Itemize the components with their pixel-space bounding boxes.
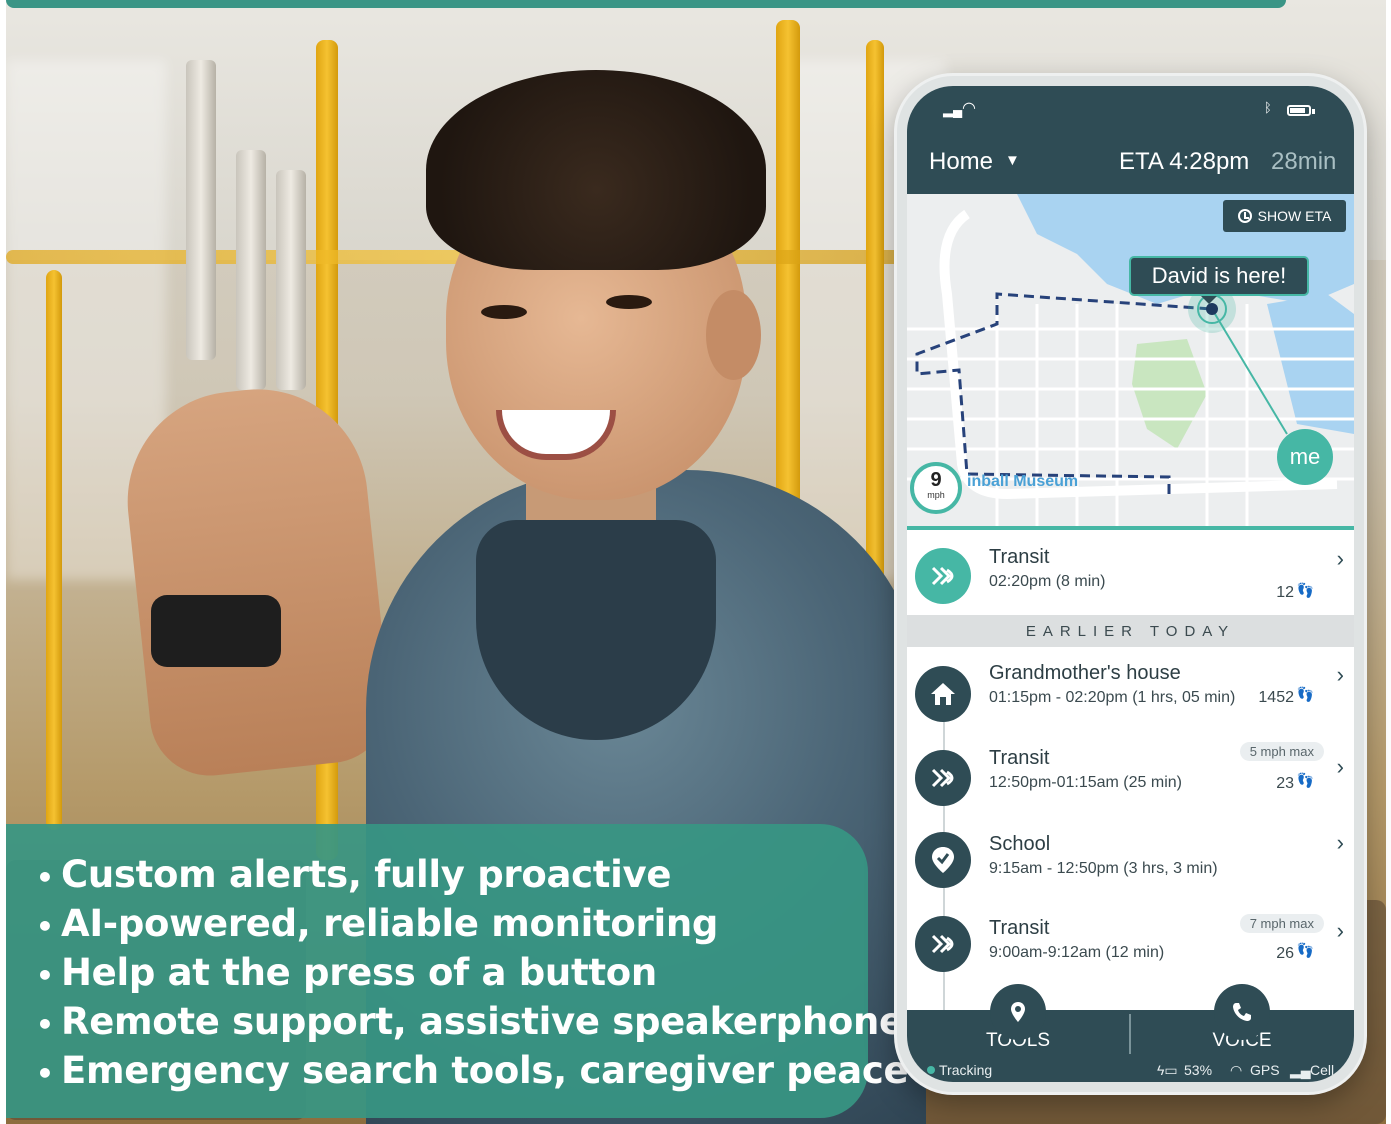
bottom-nav: TOOLS VOICE [907,984,1354,1058]
destination-selector[interactable]: Home [929,148,993,176]
chevron-right-icon[interactable]: › [1337,830,1344,856]
feature-item: Remote support, assistive speakerphone [36,999,904,1048]
device-status-bar: Tracking ϟ▭ 53% ◠ GPS ▂▄ Cell [907,1058,1354,1082]
transit-icon [915,916,971,972]
step-count: 1452 [1258,689,1294,706]
chevron-right-icon[interactable]: › [1337,546,1344,572]
footsteps-icon: 👣 [1296,686,1314,702]
me-marker[interactable]: me [1277,429,1333,485]
history-row[interactable]: Transit 9:00am-9:12am (12 min) 7 mph max… [907,912,1354,992]
activity-title: Transit [989,546,1050,568]
wrist-watch [151,595,281,667]
tracking-label: Tracking [939,1062,993,1078]
max-speed-badge: 5 mph max [1239,742,1324,761]
eta-time: ETA 4:28pm [1119,148,1250,175]
footsteps-icon: 👣 [1296,582,1314,598]
clock-icon [1237,209,1252,223]
current-activity-row[interactable]: Transit 02:20pm (8 min) 12 👣 › [907,546,1354,626]
history-row[interactable]: Transit 12:50pm-01:15am (25 min) 5 mph m… [907,742,1354,822]
chevron-right-icon[interactable]: › [1337,662,1344,688]
app-header: ▂▄ ◠ ᛒ Home ▼ ETA 4:28pm 28min [907,86,1354,194]
activity-time: 02:20pm (8 min) [989,573,1106,590]
feature-list: Custom alerts, fully proactive AI-powere… [6,824,909,1118]
feature-item: AI-powered, reliable monitoring [36,901,868,950]
place-title: School [989,833,1051,855]
battery-level: 53% [1184,1062,1213,1078]
wifi-icon: ◠ [962,100,976,117]
battery-tip [1312,109,1315,114]
place-time: 01:15pm - 02:20pm (1 hrs, 05 min) [989,689,1236,706]
history-row[interactable]: School 9:15am - 12:50pm (3 hrs, 3 min) › [907,826,1354,906]
signal-icon: ▂▄ [943,102,963,117]
status-bar: ▂▄ ◠ ᛒ [907,100,1354,122]
voice-tab[interactable]: VOICE [1131,984,1353,1058]
activity-title: Transit [989,917,1050,939]
speed-value: 9 [930,469,942,491]
cell-label: Cell [1310,1062,1335,1078]
history-row[interactable]: Grandmother's house 01:15pm - 02:20pm (1… [907,662,1354,742]
location-pin-icon [990,984,1046,1040]
home-icon [915,666,971,722]
footsteps-icon: 👣 [1296,772,1314,788]
tracking-dot [927,1066,935,1074]
feature-item: Custom alerts, fully proactive [36,852,868,901]
activity-time: 9:00am-9:12am (12 min) [989,944,1165,961]
transit-icon [915,750,971,806]
battery-icon [1287,105,1311,116]
activity-time: 12:50pm-01:15am (25 min) [989,774,1182,791]
max-speed-badge: 7 mph max [1239,914,1324,933]
phone-icon [1214,984,1270,1040]
eta-minutes: 28min [1271,148,1337,175]
hand-strap [236,150,266,390]
show-eta-button[interactable]: SHOW ETA [1223,200,1346,232]
map-divider [907,526,1354,530]
activity-title: Transit [989,747,1050,769]
step-count: 23 [1276,775,1294,792]
ear [706,290,761,380]
handrail-pole [46,270,62,830]
gps-icon: ◠ [1230,1062,1243,1078]
tools-tab[interactable]: TOOLS [907,984,1129,1058]
feature-item: Emergency search tools, caregiver peace [36,1048,909,1097]
phone-mockup: ▂▄ ◠ ᛒ Home ▼ ETA 4:28pm 28min SHOW ETA … [897,76,1364,1092]
transit-icon [915,548,971,604]
eye [606,295,652,309]
top-accent-strip [6,0,1286,8]
cell-signal-icon: ▂▄ [1290,1062,1311,1078]
app-screen: ▂▄ ◠ ᛒ Home ▼ ETA 4:28pm 28min SHOW ETA … [907,86,1354,1082]
footsteps-icon: 👣 [1296,942,1314,958]
map-street-label: inball Museum [967,473,1079,490]
raised-arm [116,378,396,782]
speed-unit: mph [927,490,945,500]
chevron-right-icon[interactable]: › [1337,918,1344,944]
step-count: 26 [1276,945,1294,962]
hand-strap [276,170,306,390]
water-area [1267,294,1354,434]
park-area [1132,339,1207,449]
chevron-right-icon[interactable]: › [1337,754,1344,780]
hand-strap [186,60,216,360]
eye [481,305,527,319]
tracking-map[interactable]: SHOW ETA David is here! me 9 mph inball … [907,194,1354,529]
gps-label: GPS [1250,1062,1280,1078]
charging-battery-icon: ϟ▭ [1157,1062,1178,1078]
section-header: EARLIER TODAY [907,615,1354,647]
step-count: 12 [1276,584,1294,601]
location-bubble: David is here! [1129,256,1309,304]
feature-item: Help at the press of a button [36,950,868,999]
check-icon [915,832,971,888]
bluetooth-icon: ᛒ [1264,100,1272,115]
place-title: Grandmother's house [989,662,1181,684]
caret-down-icon[interactable]: ▼ [1005,152,1020,169]
show-eta-label: SHOW ETA [1257,208,1332,224]
place-time: 9:15am - 12:50pm (3 hrs, 3 min) [989,860,1218,877]
hair [426,70,766,270]
speed-indicator: 9 mph [910,462,962,514]
